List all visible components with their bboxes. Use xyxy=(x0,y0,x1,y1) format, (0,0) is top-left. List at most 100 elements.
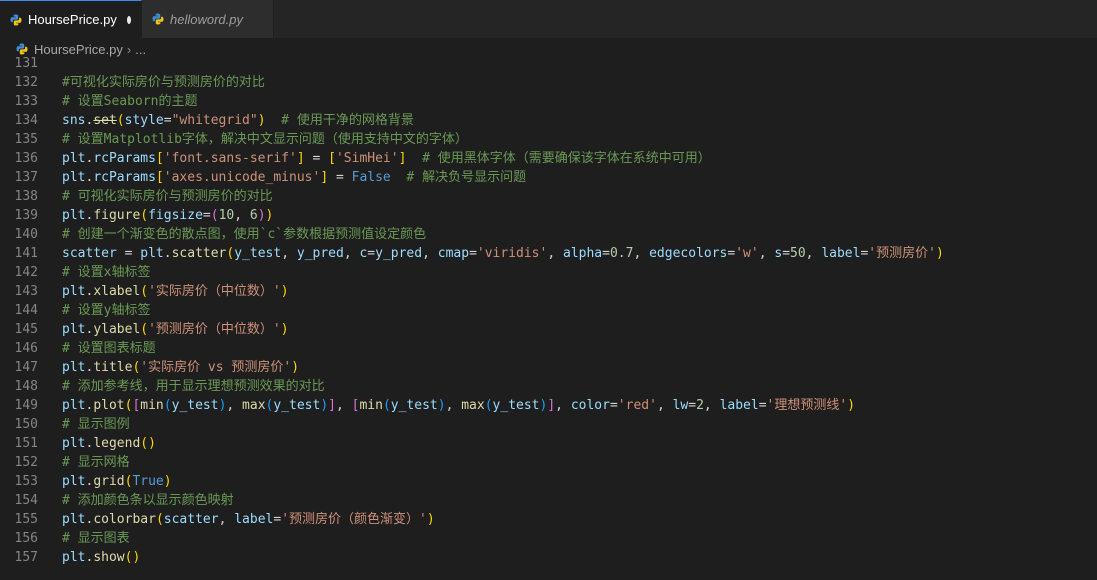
code-token: ] xyxy=(328,398,336,413)
code-token: xlabel xyxy=(93,284,141,299)
code-token: sns xyxy=(62,113,86,128)
code-token: ) xyxy=(257,113,266,128)
code-token: lw xyxy=(672,398,689,413)
code-line[interactable]: 151 plt.legend() xyxy=(0,434,1097,453)
code-token: , xyxy=(422,246,438,261)
code-token: # 显示网格 xyxy=(62,455,130,470)
code-line[interactable]: 145 plt.ylabel('预测房价（中位数）') xyxy=(0,320,1097,339)
editor-tab-bar: HoursePrice.py helloword.py xyxy=(0,0,1097,39)
code-token: plt xyxy=(140,246,164,261)
code-line[interactable]: 139 plt.figure(figsize=(10, 6)) xyxy=(0,206,1097,225)
code-token: ) xyxy=(935,246,944,261)
code-token: , xyxy=(218,512,235,527)
code-line[interactable]: 140 # 创建一个渐变色的散点图，使用`c`参数根据预测值设定颜色 xyxy=(0,225,1097,244)
code-token: ( xyxy=(163,398,172,413)
code-token: label xyxy=(719,398,759,413)
unsaved-indicator-icon[interactable] xyxy=(126,15,131,24)
tab-hourseprice[interactable]: HoursePrice.py xyxy=(0,0,142,38)
code-line[interactable]: 138 # 可视化实际房价与预测房价的对比 xyxy=(0,187,1097,206)
tab-label: helloword.py xyxy=(170,11,243,27)
code-token: y_pred xyxy=(296,246,344,261)
code-token: plt xyxy=(62,474,86,489)
code-line[interactable]: 131 xyxy=(0,54,1097,73)
code-line[interactable]: 152 # 显示网格 xyxy=(0,453,1097,472)
code-line[interactable]: 150 # 显示图例 xyxy=(0,415,1097,434)
code-token: . xyxy=(163,246,172,261)
tab-label: HoursePrice.py xyxy=(28,12,117,27)
code-text: plt.title('实际房价 vs 预测房价') xyxy=(62,358,299,377)
code-text: plt.figure(figsize=(10, 6)) xyxy=(62,206,273,225)
code-token: label xyxy=(821,246,861,261)
code-line[interactable]: 136 plt.rcParams['font.sans-serif'] = ['S… xyxy=(0,149,1097,168)
code-text: plt.xlabel('实际房价（中位数）') xyxy=(62,282,289,301)
code-token: , xyxy=(335,398,352,413)
code-editor[interactable]: 131 132 #可视化实际房价与预测房价的对比 133 # 设置Seaborn的主题 1… xyxy=(0,56,1097,580)
code-token: figsize xyxy=(148,208,203,223)
code-token: ) xyxy=(291,360,300,375)
code-token: # 解决负号显示问题 xyxy=(390,170,527,185)
code-token: , xyxy=(656,398,673,413)
code-token: ) xyxy=(320,398,329,413)
code-line[interactable]: 147 plt.title('实际房价 vs 预测房价') xyxy=(0,358,1097,377)
code-token: s xyxy=(774,246,783,261)
code-text: plt.ylabel('预测房价（中位数）') xyxy=(62,320,289,339)
code-token: scatter xyxy=(62,246,117,261)
code-token: = xyxy=(163,113,172,128)
code-text: # 设置Matplotlib字体，解决中文显示问题（使用支持中文的字体） xyxy=(62,130,468,149)
code-token: , xyxy=(805,246,822,261)
code-token: plt xyxy=(62,360,86,375)
code-token: 6 xyxy=(249,208,258,223)
code-text: # 设置图表标题 xyxy=(62,339,156,358)
code-line[interactable]: 141 scatter = plt.scatter(y_test, y_pred,… xyxy=(0,244,1097,263)
code-line[interactable]: 142 # 设置x轴标签 xyxy=(0,263,1097,282)
code-token: = xyxy=(758,398,767,413)
code-token: 'SimHei' xyxy=(335,151,399,166)
code-token: = xyxy=(469,246,477,261)
code-line[interactable]: 135 # 设置Matplotlib字体，解决中文显示问题（使用支持中文的字体） xyxy=(0,130,1097,149)
code-token: max xyxy=(461,398,485,413)
code-token: ( xyxy=(116,113,125,128)
code-text: # 创建一个渐变色的散点图，使用`c`参数根据预测值设定颜色 xyxy=(62,225,426,244)
code-token: [ xyxy=(328,151,336,166)
code-token: ) xyxy=(265,208,274,223)
code-token: 'axes.unicode_minus' xyxy=(163,170,321,185)
code-line[interactable]: 133 # 设置Seaborn的主题 xyxy=(0,92,1097,111)
code-token: '理想预测线' xyxy=(766,398,848,413)
code-line[interactable]: 137 plt.rcParams['axes.unicode_minus'] = … xyxy=(0,168,1097,187)
code-token: , xyxy=(343,246,360,261)
code-line[interactable]: 153 plt.grid(True) xyxy=(0,472,1097,491)
code-line[interactable]: 134 sns.set(style="whitegrid") # 使用干净的网格背… xyxy=(0,111,1097,130)
code-token: #可视化实际房价与预测房价的对比 xyxy=(62,75,265,90)
code-token: # 添加参考线，用于显示理想预测效果的对比 xyxy=(62,379,325,394)
code-token: '实际房价 vs 预测房价' xyxy=(140,360,292,375)
code-line[interactable]: 148 # 添加参考线，用于显示理想预测效果的对比 xyxy=(0,377,1097,396)
code-text: # 添加颜色条以显示颜色映射 xyxy=(62,491,234,510)
code-line[interactable]: 143 plt.xlabel('实际房价（中位数）') xyxy=(0,282,1097,301)
code-token: = xyxy=(202,208,211,223)
code-token: [ xyxy=(155,151,164,166)
code-line[interactable]: 132 #可视化实际房价与预测房价的对比 xyxy=(0,73,1097,92)
code-line[interactable]: 154 # 添加颜色条以显示颜色映射 xyxy=(0,491,1097,510)
line-number: 147 xyxy=(14,360,38,375)
code-text: scatter = plt.scatter(y_test, y_pred, c=… xyxy=(62,244,944,263)
code-token: 'viridis' xyxy=(476,246,548,261)
code-token: show xyxy=(93,550,125,565)
tab-helloword[interactable]: helloword.py xyxy=(142,0,274,38)
code-token: True xyxy=(132,474,164,489)
code-line[interactable]: 157 plt.show() xyxy=(0,548,1097,567)
code-token: ] xyxy=(320,170,329,185)
code-token: ylabel xyxy=(93,322,141,337)
code-line[interactable]: 146 # 设置图表标题 xyxy=(0,339,1097,358)
python-icon xyxy=(152,13,164,25)
code-token: '预测房价（颜色渐变）' xyxy=(281,512,427,527)
code-token: ) xyxy=(163,474,172,489)
code-token: scatter xyxy=(171,246,227,261)
line-number: 148 xyxy=(14,379,38,394)
code-token: plt xyxy=(62,550,86,565)
code-line[interactable]: 156 # 显示图表 xyxy=(0,529,1097,548)
code-line[interactable]: 155 plt.colorbar(scatter, label='预测房价（颜色渐… xyxy=(0,510,1097,529)
code-token: () xyxy=(140,436,156,451)
code-line[interactable]: 149 plt.plot([min(y_test), max(y_test)], … xyxy=(0,396,1097,415)
code-token: , xyxy=(547,246,563,261)
code-line[interactable]: 144 # 设置y轴标签 xyxy=(0,301,1097,320)
